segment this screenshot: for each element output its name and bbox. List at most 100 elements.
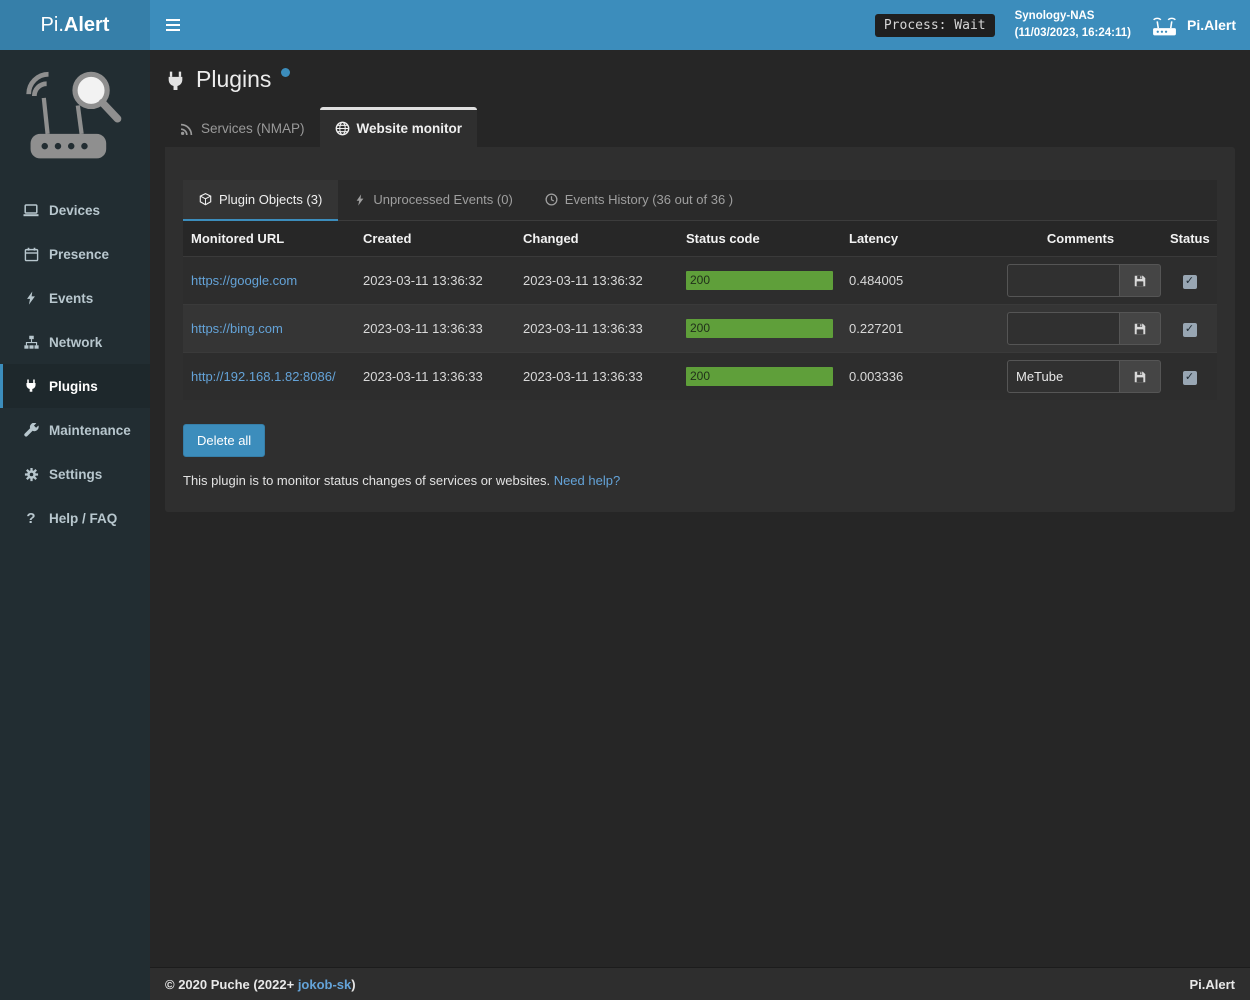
app-label: Pi.Alert	[1187, 17, 1236, 33]
changed-cell: 2023-03-11 13:36:33	[515, 305, 678, 353]
nas-timestamp: (11/03/2023, 16:24:11)	[1015, 25, 1131, 42]
sidebar-item-label: Devices	[49, 203, 100, 218]
sidebar-item-plugins[interactable]: Plugins	[0, 364, 150, 408]
changed-cell: 2023-03-11 13:36:32	[515, 257, 678, 305]
save-comment-button[interactable]	[1120, 264, 1161, 297]
title-help-badge[interactable]	[281, 68, 290, 77]
tab-plugin-objects[interactable]: Plugin Objects (3)	[183, 180, 338, 221]
column-header-latency: Latency	[841, 221, 999, 257]
tab-services-nmap[interactable]: Services (NMAP)	[165, 107, 320, 147]
sidebar-item-network[interactable]: Network	[0, 320, 150, 364]
website-monitor-panel: Plugin Objects (3) Unprocessed Events (0…	[165, 147, 1235, 512]
cube-icon	[199, 193, 212, 206]
panel-tabs: Plugin Objects (3) Unprocessed Events (0…	[183, 180, 1217, 221]
tab-label: Services (NMAP)	[201, 121, 305, 136]
tab-label: Website monitor	[357, 121, 463, 136]
delete-all-button[interactable]: Delete all	[183, 424, 265, 457]
created-cell: 2023-03-11 13:36:32	[355, 257, 515, 305]
status-checkbox[interactable]	[1183, 275, 1197, 289]
floppy-icon	[1133, 322, 1147, 336]
author-link[interactable]: jokob-sk	[298, 977, 351, 992]
tab-unprocessed-events[interactable]: Unprocessed Events (0)	[338, 180, 528, 221]
save-comment-button[interactable]	[1120, 360, 1161, 393]
plugin-description: This plugin is to monitor status changes…	[183, 473, 1217, 488]
status-code-bar: 200	[686, 271, 833, 290]
comment-input-group	[1007, 360, 1162, 393]
clock-icon	[545, 193, 558, 206]
comment-input-group	[1007, 264, 1162, 297]
footer: © 2020 Puche (2022+ jokob-sk) Pi.Alert	[150, 967, 1250, 1000]
table-header-row: Monitored URL Created Changed Status cod…	[183, 221, 1217, 257]
sidebar-item-help-faq[interactable]: ? Help / FAQ	[0, 496, 150, 540]
tab-label: Plugin Objects (3)	[219, 192, 322, 207]
tab-events-history[interactable]: Events History (36 out of 36 )	[529, 180, 749, 221]
app-chip[interactable]: Pi.Alert	[1151, 14, 1236, 37]
footer-brand: Pi.Alert	[1189, 977, 1235, 992]
comment-input[interactable]	[1007, 264, 1120, 297]
need-help-link[interactable]: Need help?	[554, 473, 621, 488]
comment-input-group	[1007, 312, 1162, 345]
sidebar-toggle-button[interactable]	[150, 0, 196, 50]
hamburger-icon	[165, 18, 181, 32]
bolt-icon	[354, 194, 366, 206]
plugin-objects-table: Monitored URL Created Changed Status cod…	[183, 221, 1217, 400]
pialert-logo	[23, 62, 127, 166]
sidebar-item-label: Settings	[49, 467, 102, 482]
brand-logo[interactable]: Pi.Alert	[0, 0, 150, 50]
status-checkbox[interactable]	[1183, 371, 1197, 385]
column-header-monitored-url: Monitored URL	[183, 221, 355, 257]
top-header: Pi.Alert Process: Wait Synology-NAS (11/…	[0, 0, 1250, 50]
sidebar-item-label: Maintenance	[49, 423, 131, 438]
laptop-icon	[22, 202, 40, 218]
tab-label: Events History (36 out of 36 )	[565, 192, 733, 207]
navbar-right-cluster: Process: Wait Synology-NAS (11/03/2023, …	[875, 8, 1250, 43]
column-header-changed: Changed	[515, 221, 678, 257]
copyright-closing: )	[351, 977, 355, 992]
process-status-badge: Process: Wait	[875, 14, 995, 37]
changed-cell: 2023-03-11 13:36:33	[515, 353, 678, 401]
content-area: Plugins Services (NMAP) Website monitor …	[150, 50, 1250, 967]
monitored-url-link[interactable]: https://bing.com	[191, 321, 283, 336]
sidebar-item-label: Help / FAQ	[49, 511, 117, 526]
tab-label: Unprocessed Events (0)	[373, 192, 512, 207]
floppy-icon	[1133, 274, 1147, 288]
copyright-text: © 2020 Puche (2022+	[165, 977, 294, 992]
sidebar-item-maintenance[interactable]: Maintenance	[0, 408, 150, 452]
wrench-icon	[22, 423, 40, 438]
status-code-bar: 200	[686, 367, 833, 386]
sidebar-item-settings[interactable]: Settings	[0, 452, 150, 496]
column-header-created: Created	[355, 221, 515, 257]
page-title: Plugins	[196, 66, 271, 93]
plug-icon	[22, 379, 40, 393]
column-header-status: Status	[1162, 221, 1217, 257]
latency-cell: 0.003336	[841, 353, 999, 401]
status-checkbox[interactable]	[1183, 323, 1197, 337]
table-row: https://bing.com 2023-03-11 13:36:33 202…	[183, 305, 1217, 353]
comment-input[interactable]	[1007, 360, 1120, 393]
brand-light: Pi.	[41, 14, 64, 37]
tab-website-monitor[interactable]: Website monitor	[320, 107, 478, 147]
plugin-tabs: Services (NMAP) Website monitor	[150, 107, 1250, 147]
table-row: https://google.com 2023-03-11 13:36:32 2…	[183, 257, 1217, 305]
column-header-comments: Comments	[999, 221, 1162, 257]
question-icon: ?	[22, 510, 40, 527]
column-header-status-code: Status code	[678, 221, 841, 257]
save-comment-button[interactable]	[1120, 312, 1161, 345]
monitored-url-link[interactable]: http://192.168.1.82:8086/	[191, 369, 336, 384]
status-code-bar: 200	[686, 319, 833, 338]
bolt-icon	[22, 291, 40, 305]
sidebar-item-label: Network	[49, 335, 102, 350]
created-cell: 2023-03-11 13:36:33	[355, 353, 515, 401]
signal-icon	[180, 122, 194, 136]
latency-cell: 0.227201	[841, 305, 999, 353]
monitored-url-link[interactable]: https://google.com	[191, 273, 297, 288]
globe-icon	[335, 121, 350, 136]
sidebar-item-presence[interactable]: Presence	[0, 232, 150, 276]
page-header: Plugins	[150, 50, 1250, 97]
plug-icon	[165, 71, 186, 92]
calendar-icon	[22, 247, 40, 262]
sidebar-item-devices[interactable]: Devices	[0, 188, 150, 232]
plugin-description-text: This plugin is to monitor status changes…	[183, 473, 550, 488]
comment-input[interactable]	[1007, 312, 1120, 345]
sidebar-item-events[interactable]: Events	[0, 276, 150, 320]
